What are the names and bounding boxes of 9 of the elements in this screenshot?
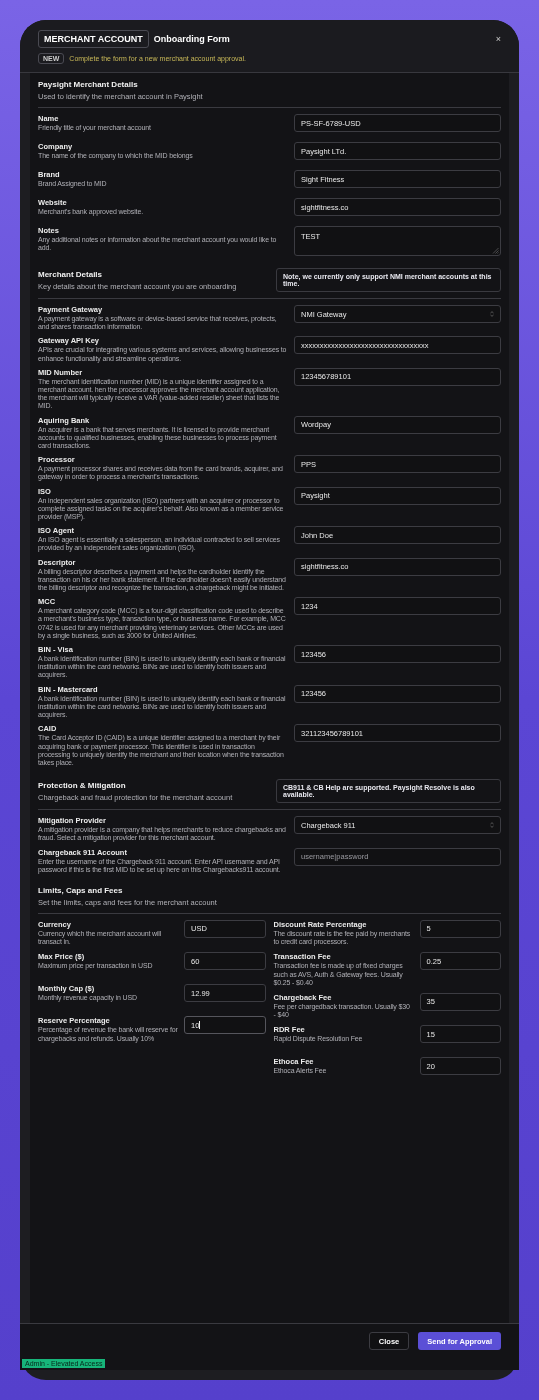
text-cursor xyxy=(199,1021,200,1030)
section-title: Protection & Mitigation xyxy=(38,780,127,790)
section-title: Merchant Details xyxy=(38,269,104,279)
resize-grip-icon xyxy=(492,247,499,254)
section-title: Limits, Caps and Fees xyxy=(38,885,124,895)
section-title: Paysight Merchant Details xyxy=(38,80,139,89)
header-badge: MERCHANT ACCOUNT xyxy=(38,30,149,48)
form-title: Onboarding Form xyxy=(153,34,230,44)
close-button[interactable]: × xyxy=(495,34,501,44)
